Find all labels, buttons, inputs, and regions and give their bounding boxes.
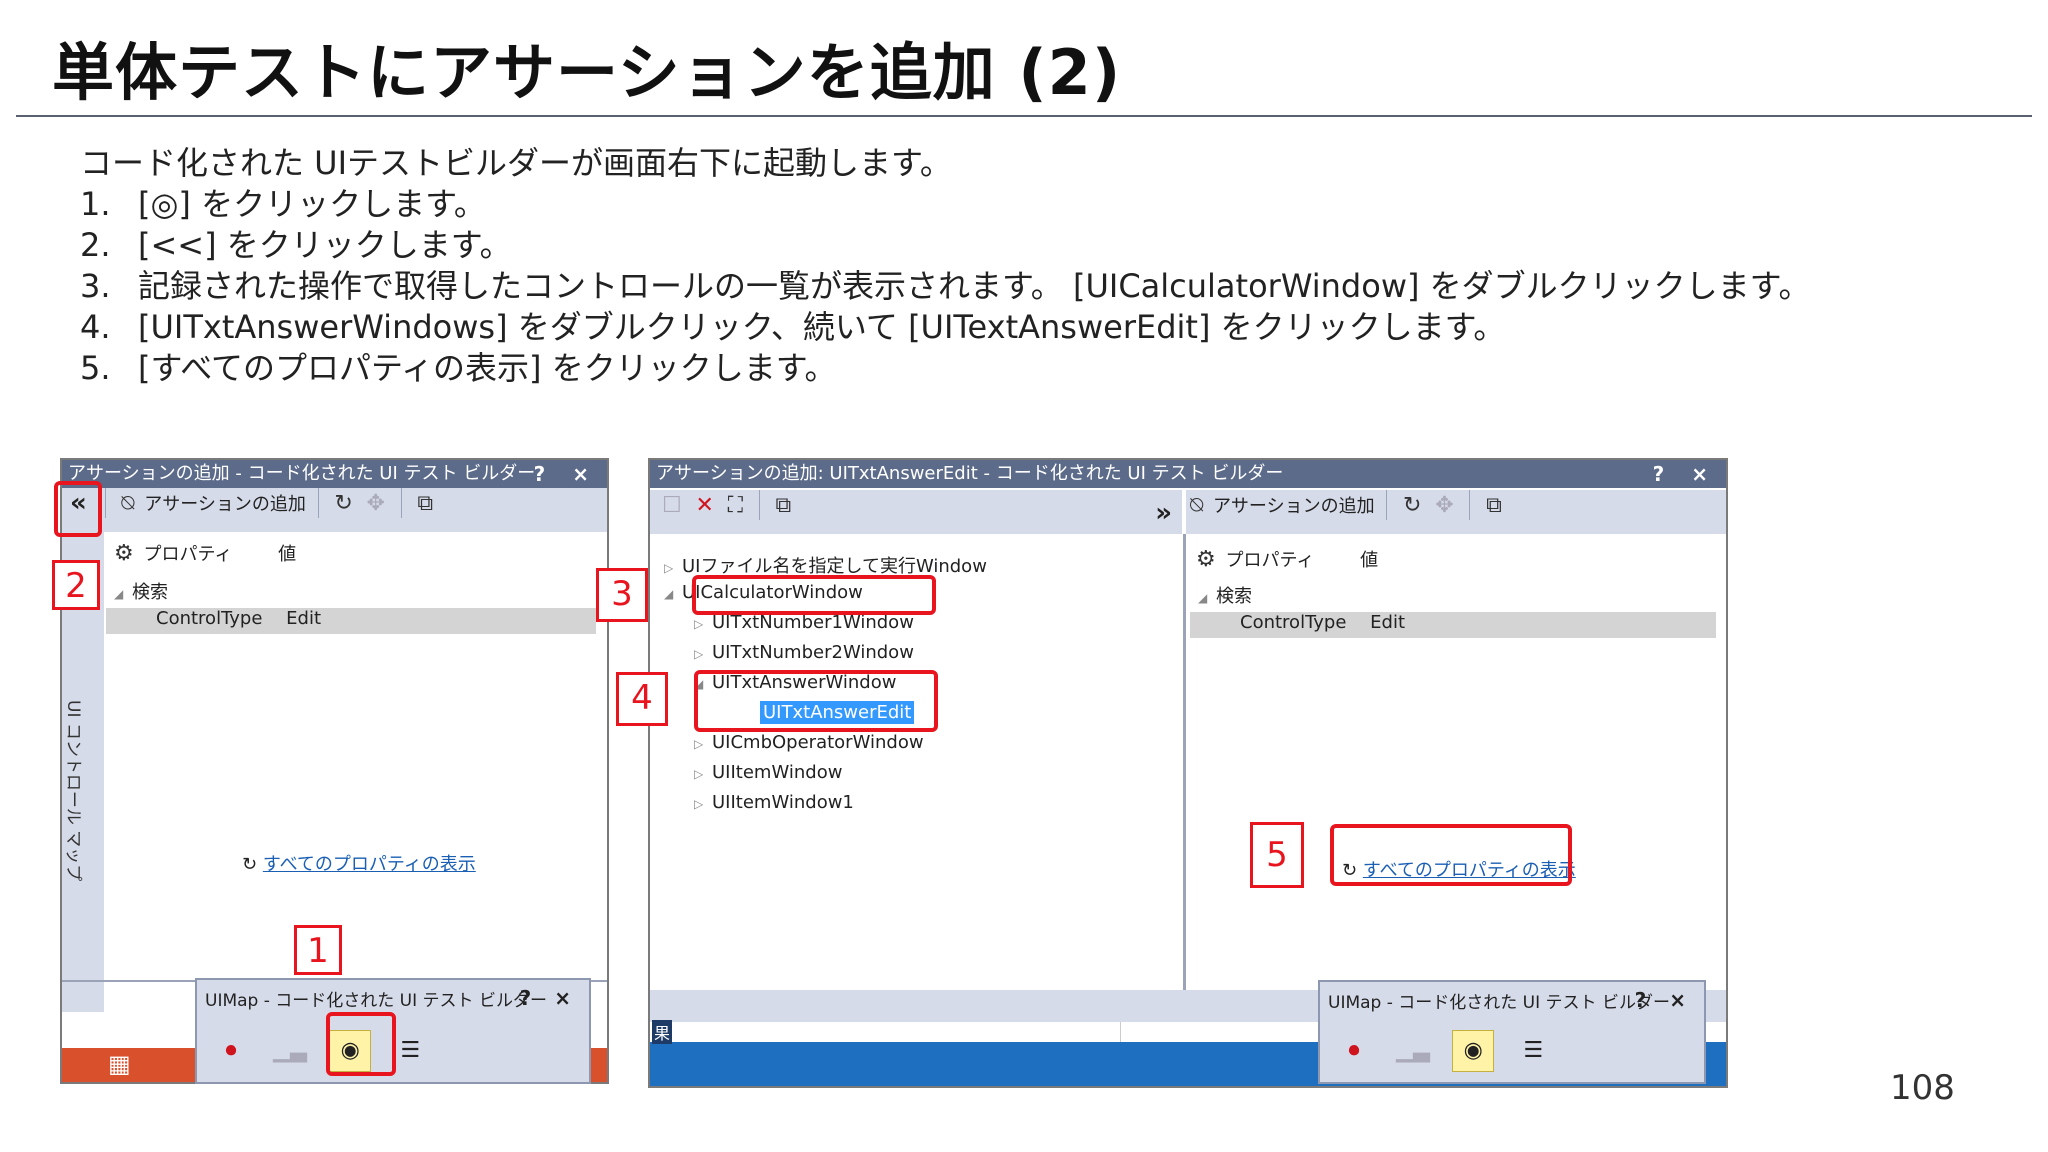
start-icon[interactable]: ▦	[108, 1050, 131, 1078]
generate-code-icon[interactable]: ☰	[390, 1031, 430, 1071]
target-icon[interactable]: ◉	[1452, 1030, 1495, 1072]
add-assertion-button[interactable]: アサーションの追加	[144, 490, 306, 516]
highlight-show-all	[1330, 824, 1572, 886]
record-icon[interactable]: ⏺	[1334, 1031, 1374, 1071]
gear-icon: ⚙	[114, 541, 134, 566]
highlight-target	[326, 1012, 396, 1076]
tree-item[interactable]: ▷ UITxtNumber1Window	[694, 612, 914, 633]
copy-icon[interactable]: ⧉	[776, 493, 792, 518]
ui-control-map-tab[interactable]: UI コントロール マップ	[63, 700, 88, 881]
assertion-icon: ⍉	[1190, 492, 1204, 518]
new-icon: ☐	[662, 492, 682, 518]
highlight-collapse	[54, 481, 102, 537]
properties-toolbar: ⍉ アサーションの追加 ↻ ✥ ⧉	[1186, 490, 1726, 534]
title-controls[interactable]: ? ×	[534, 460, 599, 488]
highlight-calculator-window	[692, 575, 936, 615]
step-item: 1. [◎] をクリックします。	[80, 185, 486, 223]
step-item: 3. 記録された操作で取得したコントロールの一覧が表示されます。 [UICalcu…	[80, 267, 1811, 305]
callout-1: 1	[294, 925, 342, 975]
refresh-icon[interactable]: ↻	[1403, 493, 1421, 518]
move-icon: ✥	[366, 490, 385, 516]
tree-item[interactable]: ▷ UIItemWindow1	[694, 792, 854, 813]
property-row[interactable]: ControlType Edit	[1190, 612, 1716, 638]
highlight-answer-window	[694, 670, 938, 732]
group-search[interactable]: ◢ 検索	[1198, 582, 1252, 608]
callout-2: 2	[52, 560, 100, 610]
copy-icon[interactable]: ⧉	[417, 491, 433, 516]
refresh-icon[interactable]: ↻	[334, 491, 352, 516]
tree-item[interactable]: ▷ UITxtNumber2Window	[694, 642, 914, 663]
callout-3: 3	[596, 568, 648, 622]
step-item: 4. [UITxtAnswerWindows] をダブルクリック、続いて [UIT…	[80, 308, 1506, 346]
left-toolbar: « ⍉ アサーションの追加 ↻ ✥ ⧉	[62, 488, 607, 532]
title-controls[interactable]: ? ×	[1653, 460, 1718, 488]
copy-icon[interactable]: ⧉	[1486, 493, 1502, 518]
assertion-icon: ⍉	[121, 490, 135, 516]
tree-toolbar: ☐ ✕ ⛶ ⧉ »	[650, 490, 1182, 534]
right-title-bar: アサーションの追加: UITxtAnswerEdit - コード化された UI …	[650, 460, 1726, 488]
expand-button[interactable]: »	[1155, 498, 1172, 528]
step-item: 2. [<<] をクリックします。	[80, 226, 512, 264]
left-title-bar: アサーションの追加 - コード化された UI テスト ビルダー ? ×	[62, 460, 607, 488]
steps-icon: ▁▃	[273, 1038, 308, 1063]
page-number: 108	[1890, 1068, 1955, 1108]
callout-4: 4	[616, 672, 668, 726]
callout-5: 5	[1250, 822, 1304, 888]
property-row[interactable]: ControlType Edit	[106, 608, 596, 634]
slide-title: 単体テストにアサーションを追加 (2)	[52, 36, 1122, 109]
add-assertion-button[interactable]: アサーションの追加	[1213, 492, 1375, 518]
move-icon: ✥	[1435, 492, 1454, 518]
property-grid-header: ⚙ プロパティ 値	[1196, 547, 1379, 572]
steps-list: 1. [◎] をクリックします。 2. [<<] をクリックします。 3. 記録された…	[80, 184, 1810, 389]
property-grid-header: ⚙ プロパティ 値	[114, 541, 297, 566]
gear-icon: ⚙	[1196, 547, 1216, 572]
select-icon[interactable]: ⛶	[728, 493, 743, 518]
refresh-icon: ↻	[242, 854, 258, 875]
group-search[interactable]: ◢ 検索	[114, 578, 168, 604]
intro-text: コード化された UIテストビルダーが画面右下に起動します。	[80, 144, 952, 182]
tree-item[interactable]: ▷ UICmbOperatorWindow	[694, 732, 924, 753]
delete-icon[interactable]: ✕	[695, 493, 713, 518]
record-icon[interactable]: ⏺	[211, 1031, 251, 1071]
show-all-link[interactable]: すべてのプロパティの表示	[263, 854, 476, 875]
show-all-properties[interactable]: ↻ すべてのプロパティの表示	[242, 850, 476, 876]
title-divider	[16, 115, 2032, 117]
generate-code-icon[interactable]: ☰	[1513, 1031, 1553, 1071]
splitter[interactable]	[1183, 534, 1186, 990]
steps-icon: ▁▃	[1396, 1038, 1431, 1063]
right-mini-builder: UIMap - コード化された UI テスト ビルダー? × ⏺ ▁▃ ◉ ☰	[1318, 980, 1706, 1084]
tree-item[interactable]: ▷ UIItemWindow	[694, 762, 842, 783]
step-item: 5. [すべてのプロパティの表示] をクリックします。	[80, 349, 837, 387]
